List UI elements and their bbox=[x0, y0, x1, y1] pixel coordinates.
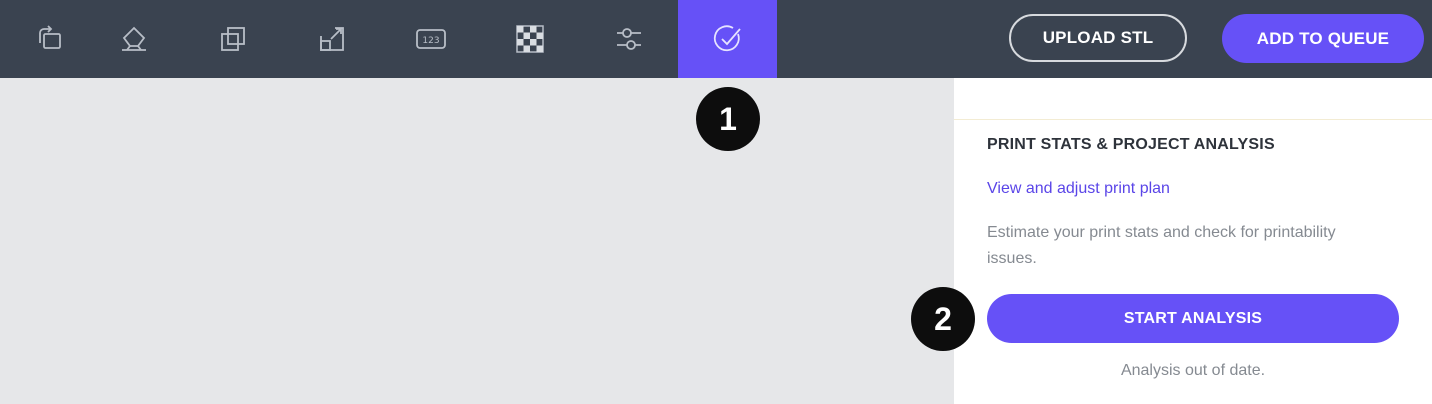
top-toolbar: 123 UPLOAD STL ADD TO QUEUE bbox=[0, 0, 1432, 78]
analysis-tool-button[interactable] bbox=[678, 0, 777, 78]
analysis-status-text: Analysis out of date. bbox=[1120, 362, 1266, 379]
callout-badge-1: 1 bbox=[696, 87, 760, 151]
model-viewport[interactable] bbox=[0, 78, 954, 404]
settings-sliders-tool-button[interactable] bbox=[579, 0, 678, 78]
sliders-icon bbox=[616, 28, 641, 50]
upload-stl-button[interactable]: UPLOAD STL bbox=[1009, 14, 1187, 62]
duplicate-tool-button[interactable] bbox=[183, 0, 282, 78]
panel-description: Estimate your print stats and check for … bbox=[987, 224, 1336, 267]
print-plan-link[interactable]: View and adjust print plan bbox=[987, 180, 1170, 198]
analysis-check-icon bbox=[713, 25, 741, 52]
texture-tool-button[interactable] bbox=[480, 0, 579, 78]
callout-badge-2: 2 bbox=[911, 287, 975, 351]
number-tool-button[interactable]: 123 bbox=[381, 0, 480, 78]
analysis-panel: PRINT STATS & PROJECT ANALYSIS View and … bbox=[954, 78, 1432, 404]
rotate-icon bbox=[38, 25, 61, 49]
number-icon: 123 bbox=[415, 29, 446, 49]
duplicate-icon bbox=[220, 27, 245, 51]
lay-flat-icon bbox=[121, 26, 146, 51]
panel-header-strip bbox=[954, 78, 1432, 120]
scale-tool-button[interactable] bbox=[282, 0, 381, 78]
lay-flat-tool-button[interactable] bbox=[84, 0, 183, 78]
start-analysis-button[interactable]: START ANALYSIS bbox=[987, 294, 1399, 343]
add-to-queue-button[interactable]: ADD TO QUEUE bbox=[1222, 14, 1424, 63]
scale-icon bbox=[319, 27, 344, 51]
checkerboard-icon bbox=[515, 25, 544, 53]
panel-title: PRINT STATS & PROJECT ANALYSIS bbox=[987, 136, 1275, 153]
number-icon-label: 123 bbox=[422, 36, 439, 46]
